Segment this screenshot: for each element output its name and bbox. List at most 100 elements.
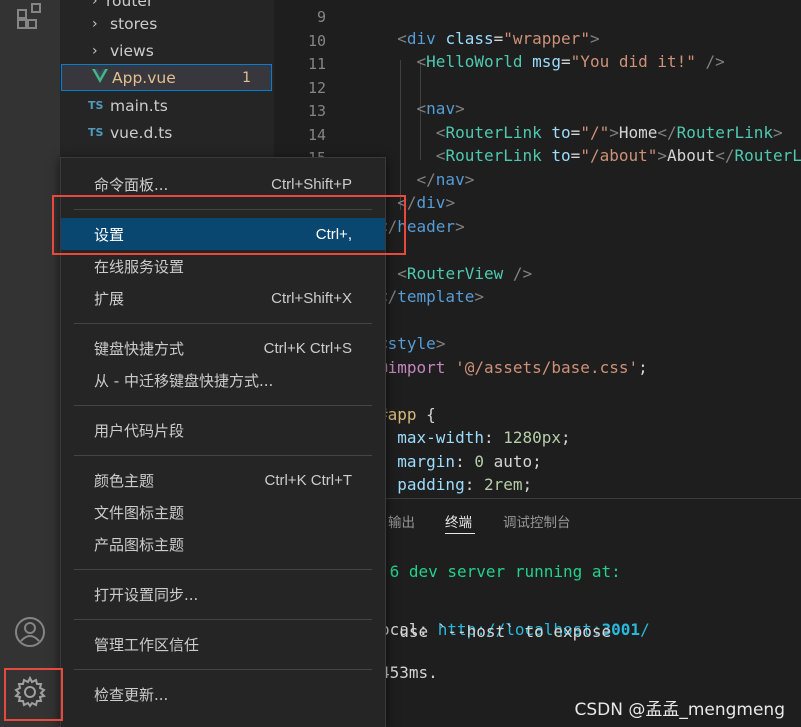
- code-token: padding: [397, 475, 465, 494]
- code-token: HelloWorld: [426, 52, 523, 71]
- code-line: <RouterLink to="/">Home</RouterLink>: [378, 123, 783, 142]
- menu-item-label: 在线服务设置: [94, 257, 185, 276]
- menu-item-label: 颜色主题: [94, 471, 155, 490]
- tree-item[interactable]: TS vue.d.ts: [60, 119, 274, 146]
- code-token: nav: [435, 169, 465, 189]
- code-line: <HelloWorld msg="You did it!" />: [378, 52, 725, 71]
- code-line: </nav>: [378, 169, 475, 189]
- menu-item-label: 打开设置同步...: [94, 585, 199, 604]
- code-line: <nav>: [378, 99, 465, 118]
- code-token: max-width: [397, 428, 484, 447]
- code-token: msg: [522, 52, 562, 71]
- menu-item-shortcut: Ctrl+Shift+X: [271, 289, 352, 307]
- code-token: "wrapper": [503, 28, 590, 48]
- code-token: nav: [426, 99, 456, 118]
- tree-item-label: vue.d.ts: [110, 123, 173, 142]
- code-token: <: [397, 263, 407, 283]
- activity-bar: [0, 0, 60, 727]
- code-token: =: [493, 28, 504, 48]
- code-line: <RouterView />: [378, 264, 532, 283]
- code-token: >: [445, 193, 456, 212]
- code-token: to: [541, 146, 571, 165]
- menu-item-label: 检查更新...: [94, 685, 169, 704]
- code-line: #app {: [378, 405, 436, 424]
- code-token: 1280px: [503, 428, 562, 447]
- accounts-icon[interactable]: [10, 612, 50, 652]
- menu-separator: [74, 455, 372, 456]
- code-token: template: [397, 287, 475, 306]
- code-token: to: [541, 122, 571, 142]
- tree-item-label: views: [110, 41, 154, 60]
- code-token: @import: [378, 357, 446, 377]
- tab-output[interactable]: 输出: [388, 511, 415, 531]
- code-token: >: [772, 122, 783, 142]
- code-token: margin: [397, 451, 456, 471]
- extensions-icon[interactable]: [10, 0, 50, 36]
- code-token: '@/assets/base.css': [455, 357, 639, 377]
- code-token: "You did it!": [570, 52, 696, 71]
- line-number: 14: [307, 125, 326, 144]
- code-token: >: [657, 146, 668, 165]
- chevron-right-icon: ›: [92, 42, 98, 59]
- code-token: "/about": [580, 146, 658, 165]
- menu-item-label: 扩展: [94, 289, 125, 308]
- line-number: 11: [307, 55, 326, 73]
- code-token: <: [435, 122, 446, 142]
- menu-item[interactable]: 管理工作区信任: [61, 628, 385, 660]
- tab-terminal[interactable]: 终端: [445, 511, 472, 531]
- tree-item[interactable]: › views: [60, 37, 274, 64]
- menu-item[interactable]: 扩展 Ctrl+Shift+X: [61, 282, 385, 314]
- menu-item-label: 文件图标主题: [94, 503, 185, 522]
- code-token: =: [570, 146, 581, 165]
- code-token: RouterLink: [676, 122, 773, 142]
- menu-item[interactable]: 文件图标主题: [61, 496, 385, 528]
- chevron-right-icon: ›: [92, 15, 98, 32]
- code-line: </template>: [378, 287, 484, 306]
- watermark: CSDN @孟孟_mengmeng: [574, 700, 785, 720]
- tree-item[interactable]: › stores: [60, 10, 274, 37]
- code-token: Home: [618, 122, 658, 142]
- menu-item-label: 用户代码片段: [94, 421, 185, 440]
- menu-item[interactable]: 从 - 中迁移键盘快捷方式...: [61, 364, 385, 396]
- code-token: </: [657, 122, 677, 142]
- code-token: auto;: [483, 451, 542, 471]
- code-token: :: [464, 475, 484, 494]
- active-tab-indicator: [445, 533, 475, 534]
- code-token: ;: [638, 357, 648, 377]
- menu-item[interactable]: 键盘快捷方式 Ctrl+K Ctrl+S: [61, 332, 385, 364]
- code-line: <div class="wrapper">: [378, 28, 599, 48]
- menu-item-label: 键盘快捷方式: [94, 339, 185, 358]
- code-token: >: [609, 122, 619, 142]
- line-number: 9: [316, 8, 326, 26]
- code-token: RouterLink: [445, 122, 542, 142]
- tree-item-label: main.ts: [110, 96, 168, 115]
- menu-separator: [74, 669, 372, 670]
- code-token: div: [416, 193, 446, 212]
- line-number: 12: [307, 78, 326, 97]
- menu-item[interactable]: 用户代码片段: [61, 414, 385, 446]
- menu-item[interactable]: 检查更新...: [61, 678, 385, 710]
- menu-separator: [74, 405, 372, 406]
- code-token: >: [455, 99, 465, 118]
- tree-item[interactable]: TS main.ts: [60, 92, 274, 119]
- vue-file-icon: [92, 68, 112, 87]
- code-token: <: [397, 28, 407, 48]
- menu-item[interactable]: 打开设置同步...: [61, 578, 385, 610]
- menu-item-shortcut: Ctrl+K Ctrl+S: [263, 339, 352, 357]
- menu-item-shortcut: Ctrl+K Ctrl+T: [264, 471, 352, 489]
- tree-item[interactable]: App.vue 1: [61, 64, 272, 91]
- menu-item-label: 管理工作区信任: [94, 635, 200, 654]
- code-line: <style>: [378, 334, 445, 353]
- code-token: :: [483, 428, 504, 447]
- code-token: {: [416, 404, 436, 424]
- code-line: margin: 0 auto;: [378, 452, 542, 471]
- code-token: >: [464, 169, 475, 189]
- menu-item[interactable]: 产品图标主题: [61, 528, 385, 560]
- tab-debug-console[interactable]: 调试控制台: [503, 511, 571, 531]
- menu-item[interactable]: 颜色主题 Ctrl+K Ctrl+T: [61, 464, 385, 496]
- code-token: ;: [561, 428, 571, 447]
